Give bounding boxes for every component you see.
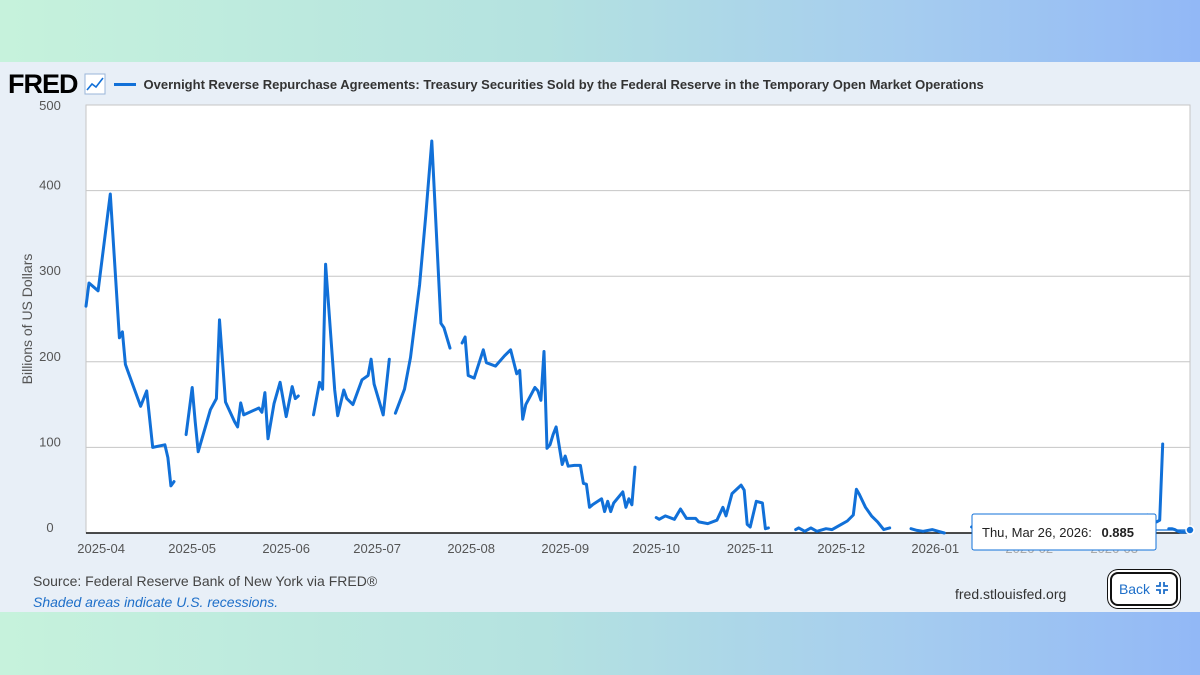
x-tick-label: 2025-12 xyxy=(817,541,865,556)
fred-url[interactable]: fred.stlouisfed.org xyxy=(955,586,1066,602)
back-button[interactable]: Back xyxy=(1110,572,1178,606)
y-tick-label: 500 xyxy=(39,98,61,113)
y-tick-label: 400 xyxy=(39,178,61,193)
source-note: Source: Federal Reserve Bank of New York… xyxy=(33,573,378,589)
svg-text:Thu, Mar 26, 2026: 0.8: Thu, Mar 26, 2026: 0.885 xyxy=(982,525,1134,540)
x-tick-label: 2025-08 xyxy=(447,541,495,556)
y-tick-label: 0 xyxy=(46,520,53,535)
plot-area xyxy=(85,104,1191,534)
x-tick-label: 2026-01 xyxy=(911,541,959,556)
x-tick-label: 2025-07 xyxy=(353,541,401,556)
chart-card: FRED Overnight Reverse Repurchase Agreem… xyxy=(0,62,1200,612)
x-tick-label: 2025-06 xyxy=(262,541,310,556)
x-tick-label: 2025-11 xyxy=(727,541,774,556)
x-tick-label: 2025-04 xyxy=(77,541,125,556)
y-tick-labels: 0 100 200 300 400 500 xyxy=(39,98,61,535)
chart-area[interactable]: 0 100 200 300 400 500 2025-04 2025-05 2025-06 20… xyxy=(0,62,1200,567)
y-tick-label: 200 xyxy=(39,349,61,364)
y-tick-label: 100 xyxy=(39,434,61,449)
tooltip-value: 0.885 xyxy=(1101,525,1134,540)
back-button-label: Back xyxy=(1118,581,1151,597)
tooltip-date: Thu, Mar 26, 2026: xyxy=(982,525,1092,540)
y-axis-label: Billions of US Dollars xyxy=(19,254,35,385)
recession-note: Shaded areas indicate U.S. recessions. xyxy=(33,594,279,610)
collapse-icon xyxy=(1155,581,1169,598)
y-tick-label: 300 xyxy=(39,263,61,278)
x-tick-label: 2025-09 xyxy=(541,541,589,556)
x-tick-label: 2025-05 xyxy=(168,541,216,556)
x-tick-label: 2025-10 xyxy=(632,541,680,556)
hover-point-marker xyxy=(1185,525,1195,535)
